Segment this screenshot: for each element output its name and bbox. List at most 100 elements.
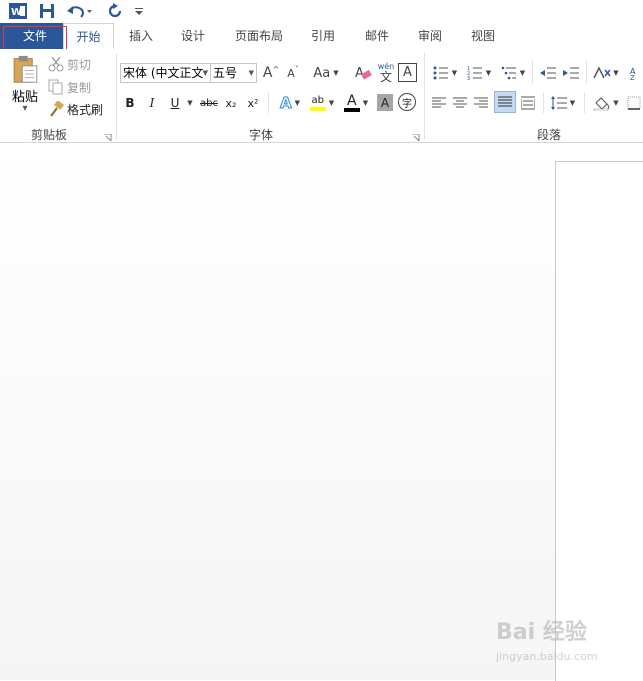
font-color-swatch — [343, 108, 360, 112]
decrease-indent-icon — [540, 67, 556, 79]
grow-font-icon: A — [262, 65, 273, 81]
justify-icon — [498, 96, 512, 107]
grow-font-button[interactable]: A ^ — [261, 63, 281, 83]
chevron-down-icon[interactable]: ▼ — [203, 64, 208, 82]
chinese-layout-button[interactable]: ▼ — [591, 63, 621, 83]
clipboard-launcher-icon[interactable] — [104, 131, 112, 142]
increase-indent-icon — [563, 67, 579, 79]
justify-button[interactable] — [494, 91, 516, 113]
bullets-button[interactable]: ▼ — [430, 63, 460, 83]
font-size-combo[interactable]: 五号 ▼ — [210, 63, 257, 83]
clipboard-group-label: 剪贴板 — [31, 128, 68, 142]
chevron-down-icon[interactable]: ▼ — [249, 64, 254, 82]
character-shading-button[interactable]: A — [377, 94, 393, 111]
distributed-icon — [521, 96, 535, 110]
tab-home[interactable]: 开始 — [63, 23, 114, 49]
align-left-button[interactable] — [430, 93, 448, 113]
customize-qat-icon[interactable] — [132, 2, 146, 20]
eraser-icon: A — [355, 66, 372, 81]
text-effects-button[interactable]: A ▼ — [275, 93, 305, 113]
font-group-label: 字体 — [249, 128, 274, 142]
shrink-font-icon: A — [287, 66, 295, 80]
borders-button[interactable] — [624, 93, 643, 113]
cut-button[interactable]: 剪切 — [48, 55, 108, 73]
format-painter-icon — [50, 101, 64, 117]
italic-button[interactable]: I — [144, 94, 160, 112]
align-center-icon — [453, 97, 467, 108]
document-page[interactable] — [555, 161, 643, 681]
divider — [532, 61, 533, 83]
word-icon[interactable]: W — [8, 2, 28, 20]
numbering-button[interactable]: 1 2 3 ▼ — [464, 63, 494, 83]
change-case-icon: Aa — [313, 65, 331, 81]
redo-icon[interactable] — [104, 2, 126, 20]
tab-insert[interactable]: 插入 — [120, 23, 162, 49]
underline-button[interactable]: U — [166, 94, 184, 112]
line-spacing-button[interactable]: ▼ — [548, 93, 578, 113]
character-border-icon: A — [403, 65, 412, 80]
text-effects-icon: A — [280, 94, 293, 113]
decrease-indent-button[interactable] — [538, 63, 558, 83]
divider — [424, 53, 425, 139]
align-left-icon — [432, 97, 446, 108]
format-painter-button[interactable]: 格式刷 — [48, 100, 110, 118]
format-painter-label: 格式刷 — [67, 102, 104, 117]
character-border-button[interactable]: A — [398, 63, 417, 82]
phonetic-guide-button[interactable]: wén 文 — [375, 61, 397, 85]
save-icon[interactable] — [37, 2, 57, 20]
distributed-button[interactable] — [519, 93, 537, 113]
bullets-icon — [433, 66, 448, 80]
undo-icon[interactable] — [64, 2, 94, 20]
svg-text:3: 3 — [467, 76, 470, 80]
scissors-icon — [48, 56, 64, 72]
divider — [543, 93, 544, 113]
align-right-button[interactable] — [472, 93, 490, 113]
divider — [586, 61, 587, 83]
text-highlight-button[interactable]: ab ▼ — [307, 91, 337, 115]
sort-button[interactable]: AZ — [628, 63, 643, 83]
tab-page-layout[interactable]: 页面布局 — [226, 23, 292, 49]
numbering-icon: 123 — [467, 66, 482, 80]
tab-design[interactable]: 设计 — [172, 23, 214, 49]
multilevel-list-button[interactable]: ▼ — [498, 63, 528, 83]
paste-button[interactable]: 粘贴 ▾ — [6, 55, 44, 114]
copy-icon — [48, 79, 63, 95]
shrink-font-button[interactable]: Aˇ — [283, 63, 303, 83]
quick-access-toolbar: W — [0, 0, 643, 23]
align-right-icon — [474, 97, 488, 108]
divider — [584, 93, 585, 113]
phonetic-bottom-text: 文 — [379, 70, 392, 84]
superscript-button[interactable]: x² — [244, 94, 262, 112]
svg-text:Z: Z — [630, 74, 635, 80]
font-color-button[interactable]: A ▼ — [341, 91, 371, 115]
clear-formatting-button[interactable]: A — [353, 63, 373, 83]
copy-button[interactable]: 复制 — [48, 78, 108, 96]
divider — [268, 93, 269, 113]
enclose-characters-button[interactable]: 字 — [398, 93, 416, 111]
chevron-down-icon[interactable]: ▼ — [185, 94, 195, 112]
increase-indent-button[interactable] — [561, 63, 581, 83]
borders-icon — [627, 96, 640, 110]
change-case-button[interactable]: Aa ▼ — [311, 63, 341, 83]
tab-file[interactable]: 文件 — [0, 23, 70, 49]
tab-references[interactable]: 引用 — [302, 23, 344, 49]
bold-button[interactable]: B — [122, 94, 138, 112]
align-center-button[interactable] — [451, 93, 469, 113]
font-name-combo[interactable]: 宋体 (中文正文 ▼ — [120, 63, 211, 83]
tab-view[interactable]: 视图 — [462, 23, 504, 49]
subscript-button[interactable]: x₂ — [222, 94, 240, 112]
font-launcher-icon[interactable] — [412, 131, 420, 142]
tab-review[interactable]: 审阅 — [409, 23, 451, 49]
font-size-value: 五号 — [213, 66, 238, 80]
ribbon-tabs: 文件 开始 插入 设计 页面布局 引用 邮件 审阅 视图 — [0, 23, 643, 50]
chinese-layout-icon — [593, 66, 611, 79]
paste-dropdown-icon[interactable]: ▾ — [22, 104, 27, 114]
ribbon-home: 粘贴 ▾ 剪切 复制 格式刷 剪贴板 宋体 (中文正文 ▼ 五号 ▼ A ^ Aˇ… — [0, 49, 643, 143]
tab-mailings[interactable]: 邮件 — [356, 23, 398, 49]
line-spacing-icon — [550, 96, 567, 110]
paragraph-group-label: 段落 — [537, 128, 562, 142]
shading-button[interactable]: ▼ — [590, 93, 622, 113]
highlighter-icon: ab — [311, 95, 325, 106]
divider — [116, 53, 117, 139]
strikethrough-button[interactable]: abc — [198, 94, 220, 112]
